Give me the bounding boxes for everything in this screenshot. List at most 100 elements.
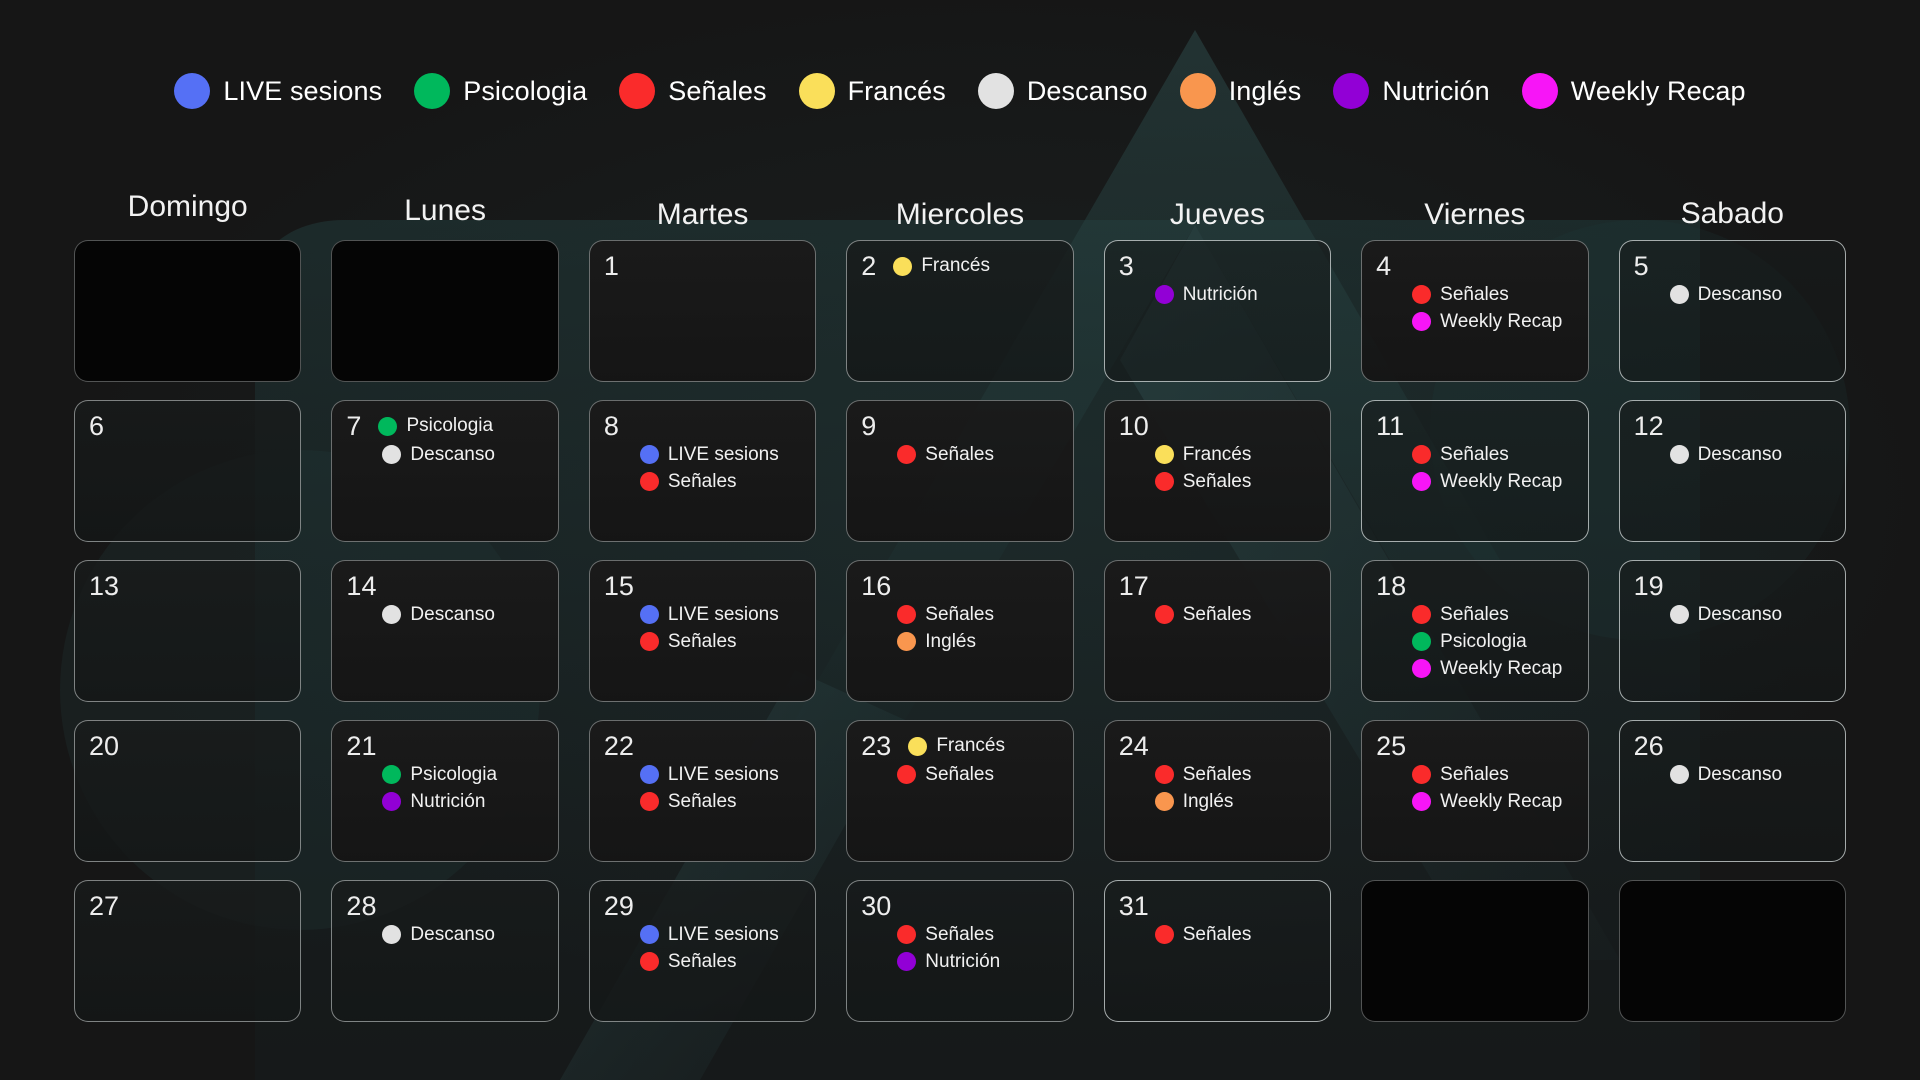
- day-cell[interactable]: 7 Psicologia Descanso: [331, 400, 559, 542]
- calendar-week-row: 6 7 Psicologia Descanso 8 LIVE sesions Señales…: [74, 400, 1846, 542]
- day-event[interactable]: Descanso: [1634, 765, 1833, 785]
- day-cell[interactable]: 26 Descanso: [1618, 720, 1846, 862]
- legend-color-dot-icon: [977, 73, 1014, 109]
- day-cell[interactable]: 25 Señales Weekly Recap: [1361, 720, 1589, 862]
- day-event[interactable]: Señales: [1376, 765, 1575, 785]
- day-cell[interactable]: 27: [74, 880, 302, 1022]
- day-event[interactable]: Descanso: [1634, 445, 1833, 465]
- day-event[interactable]: Descanso: [1634, 605, 1833, 625]
- day-number: 5: [1633, 250, 1649, 281]
- day-event[interactable]: Señales: [1119, 471, 1318, 492]
- day-event[interactable]: Psicologia: [1376, 631, 1575, 652]
- day-cell-header: 9: [861, 411, 1060, 441]
- day-cell[interactable]: 30 Señales Nutrición: [846, 880, 1074, 1022]
- day-event[interactable]: Señales: [861, 445, 1060, 465]
- day-cell[interactable]: 5 Descanso: [1618, 240, 1846, 382]
- day-event[interactable]: Inglés: [861, 631, 1060, 652]
- day-cell[interactable]: 22 LIVE sesions Señales: [588, 720, 817, 862]
- day-event-list: Señales Weekly Recap: [1376, 765, 1575, 812]
- event-label: Psicologia: [410, 764, 498, 785]
- day-cell[interactable]: 9 Señales: [846, 400, 1074, 542]
- legend-item-label: Francés: [847, 75, 946, 106]
- day-event[interactable]: Señales: [1119, 925, 1318, 945]
- event-color-dot-icon: [1154, 285, 1174, 305]
- legend-item[interactable]: Nutrición: [1317, 73, 1505, 109]
- day-cell[interactable]: 15 LIVE sesions Señales: [588, 560, 817, 702]
- day-event[interactable]: Señales: [1376, 445, 1575, 465]
- day-event[interactable]: Psicologia: [346, 765, 545, 785]
- event-label: Señales: [1440, 764, 1509, 785]
- day-cell[interactable]: 1: [588, 240, 817, 382]
- day-number: 18: [1376, 570, 1407, 601]
- day-cell[interactable]: 8 LIVE sesions Señales: [588, 400, 817, 542]
- day-event[interactable]: Nutrición: [1119, 285, 1318, 305]
- day-event[interactable]: LIVE sesions: [604, 925, 803, 945]
- day-cell[interactable]: 24 Señales Inglés: [1103, 720, 1332, 862]
- legend-item[interactable]: Descanso: [962, 73, 1164, 109]
- day-cell[interactable]: 19 Descanso: [1618, 560, 1846, 702]
- day-event[interactable]: Descanso: [346, 445, 545, 465]
- day-cell[interactable]: 2 Francés: [846, 240, 1074, 382]
- day-cell[interactable]: 16 Señales Inglés: [846, 560, 1074, 702]
- day-cell[interactable]: 31 Señales: [1103, 880, 1332, 1022]
- day-event[interactable]: Señales: [1376, 605, 1575, 625]
- day-number: 15: [603, 570, 634, 601]
- day-cell[interactable]: 29 LIVE sesions Señales: [588, 880, 817, 1022]
- day-event[interactable]: Nutrición: [861, 951, 1060, 972]
- day-event[interactable]: Inglés: [1119, 791, 1318, 812]
- legend-color-dot-icon: [1521, 73, 1558, 109]
- day-event[interactable]: Descanso: [346, 925, 545, 945]
- event-label: Francés: [1182, 444, 1252, 465]
- day-cell[interactable]: 4 Señales Weekly Recap: [1361, 240, 1589, 382]
- day-event[interactable]: Señales: [1119, 605, 1318, 625]
- day-event[interactable]: Señales: [604, 951, 803, 972]
- day-cell[interactable]: 14 Descanso: [331, 560, 559, 702]
- day-event[interactable]: LIVE sesions: [604, 765, 803, 785]
- legend-item[interactable]: Inglés: [1164, 73, 1318, 109]
- day-event[interactable]: Señales: [604, 631, 803, 652]
- day-cell[interactable]: 20: [74, 720, 302, 862]
- day-cell[interactable]: 13: [74, 560, 302, 702]
- day-event[interactable]: Francés: [900, 735, 1005, 757]
- day-event[interactable]: Weekly Recap: [1376, 471, 1575, 492]
- day-event[interactable]: Descanso: [346, 605, 545, 625]
- day-cell[interactable]: 12 Descanso: [1618, 400, 1846, 542]
- legend-item[interactable]: Francés: [783, 73, 962, 109]
- legend-item[interactable]: Señales: [603, 73, 782, 109]
- day-event[interactable]: Señales: [861, 765, 1060, 785]
- day-cell[interactable]: 6: [74, 400, 302, 542]
- day-cell[interactable]: 23 Francés Señales: [846, 720, 1074, 862]
- day-event[interactable]: Francés: [1119, 445, 1318, 465]
- day-cell[interactable]: 18 Señales Psicologia Weekly Recap: [1361, 560, 1589, 702]
- day-event[interactable]: Francés: [885, 255, 990, 277]
- day-event[interactable]: Weekly Recap: [1376, 791, 1575, 812]
- day-event[interactable]: Señales: [604, 791, 803, 812]
- day-cell[interactable]: 21 Psicologia Nutrición: [331, 720, 559, 862]
- day-event-list: Señales Weekly Recap: [1376, 445, 1575, 492]
- day-event[interactable]: Weekly Recap: [1376, 311, 1575, 332]
- day-cell[interactable]: 11 Señales Weekly Recap: [1361, 400, 1589, 542]
- day-cell-header: 17: [1119, 571, 1318, 601]
- day-event[interactable]: Señales: [604, 471, 803, 492]
- day-event[interactable]: LIVE sesions: [604, 605, 803, 625]
- day-event-list: Francés Señales: [1119, 445, 1318, 492]
- day-event[interactable]: Señales: [1376, 285, 1575, 305]
- day-event[interactable]: Señales: [861, 605, 1060, 625]
- day-cell[interactable]: 10 Francés Señales: [1103, 400, 1332, 542]
- day-cell[interactable]: 3 Nutrición: [1103, 240, 1332, 382]
- day-cell[interactable]: 28 Descanso: [331, 880, 559, 1022]
- legend-item[interactable]: LIVE sesions: [158, 73, 398, 109]
- legend-item[interactable]: Weekly Recap: [1506, 73, 1762, 109]
- day-event[interactable]: Señales: [1119, 765, 1318, 785]
- legend-item[interactable]: Psicologia: [398, 73, 603, 109]
- day-event[interactable]: LIVE sesions: [604, 445, 803, 465]
- day-event[interactable]: Weekly Recap: [1376, 658, 1575, 679]
- day-cell-header: 16: [861, 571, 1060, 601]
- day-cell[interactable]: 17 Señales: [1103, 560, 1332, 702]
- day-number: 24: [1118, 730, 1149, 761]
- day-event-list: Descanso: [1634, 445, 1833, 465]
- day-event[interactable]: Descanso: [1634, 285, 1833, 305]
- day-event[interactable]: Señales: [861, 925, 1060, 945]
- day-event[interactable]: Nutrición: [346, 791, 545, 812]
- day-event[interactable]: Psicologia: [370, 415, 493, 437]
